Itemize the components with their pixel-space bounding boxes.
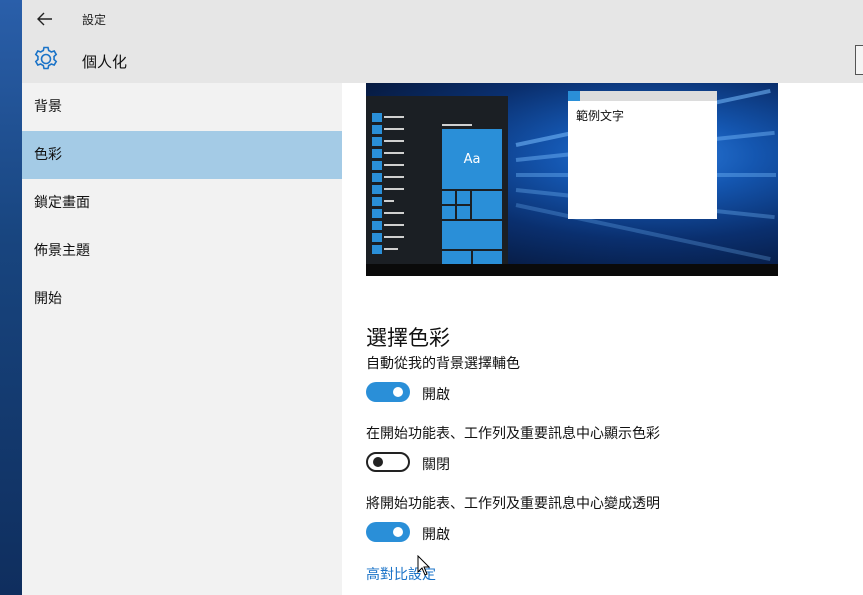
sidebar-item-start[interactable]: 開始 [22, 275, 342, 323]
transparency-label: 將開始功能表、工作列及重要訊息中心變成透明 [366, 496, 660, 512]
show-color-toggle[interactable] [366, 452, 410, 472]
preview-taskbar [366, 264, 778, 276]
gear-icon [34, 46, 58, 70]
auto-accent-label: 自動從我的背景選擇輔色 [366, 356, 520, 372]
settings-window: 設定 個人化 背景 色彩 鎖定畫面 佈景主題 開始 Aa 範例文字 選擇色彩 自… [22, 0, 863, 595]
mouse-cursor-icon [417, 555, 431, 576]
back-arrow-icon [37, 12, 52, 26]
show-color-state: 關閉 [422, 457, 450, 473]
title-bar: 設定 [22, 0, 863, 37]
search-box-edge[interactable] [855, 45, 863, 75]
preview-tile: Aa [442, 129, 502, 189]
page-header: 個人化 [22, 37, 863, 83]
preview-start-menu: Aa [366, 96, 508, 264]
show-color-label: 在開始功能表、工作列及重要訊息中心顯示色彩 [366, 426, 660, 442]
desktop-background [0, 0, 22, 595]
sidebar-item-colors[interactable]: 色彩 [22, 131, 342, 179]
back-button[interactable] [32, 6, 58, 32]
sidebar-item-background[interactable]: 背景 [22, 83, 342, 131]
sidebar: 背景 色彩 鎖定畫面 佈景主題 開始 [22, 83, 342, 595]
sidebar-item-lock-screen[interactable]: 鎖定畫面 [22, 179, 342, 227]
main-content: Aa 範例文字 選擇色彩 自動從我的背景選擇輔色 開啟 在開始功能表、工作列及重… [342, 83, 863, 595]
transparency-toggle[interactable] [366, 522, 410, 542]
auto-accent-state: 開啟 [422, 387, 450, 403]
preview-sample-window: 範例文字 [568, 91, 717, 219]
window-title: 設定 [82, 13, 107, 27]
sample-text: 範例文字 [576, 109, 625, 123]
section-title: 選擇色彩 [366, 326, 450, 351]
transparency-state: 開啟 [422, 527, 450, 543]
auto-accent-toggle[interactable] [366, 382, 410, 402]
color-preview: Aa 範例文字 [366, 83, 778, 276]
sidebar-item-themes[interactable]: 佈景主題 [22, 227, 342, 275]
page-title: 個人化 [82, 53, 128, 71]
